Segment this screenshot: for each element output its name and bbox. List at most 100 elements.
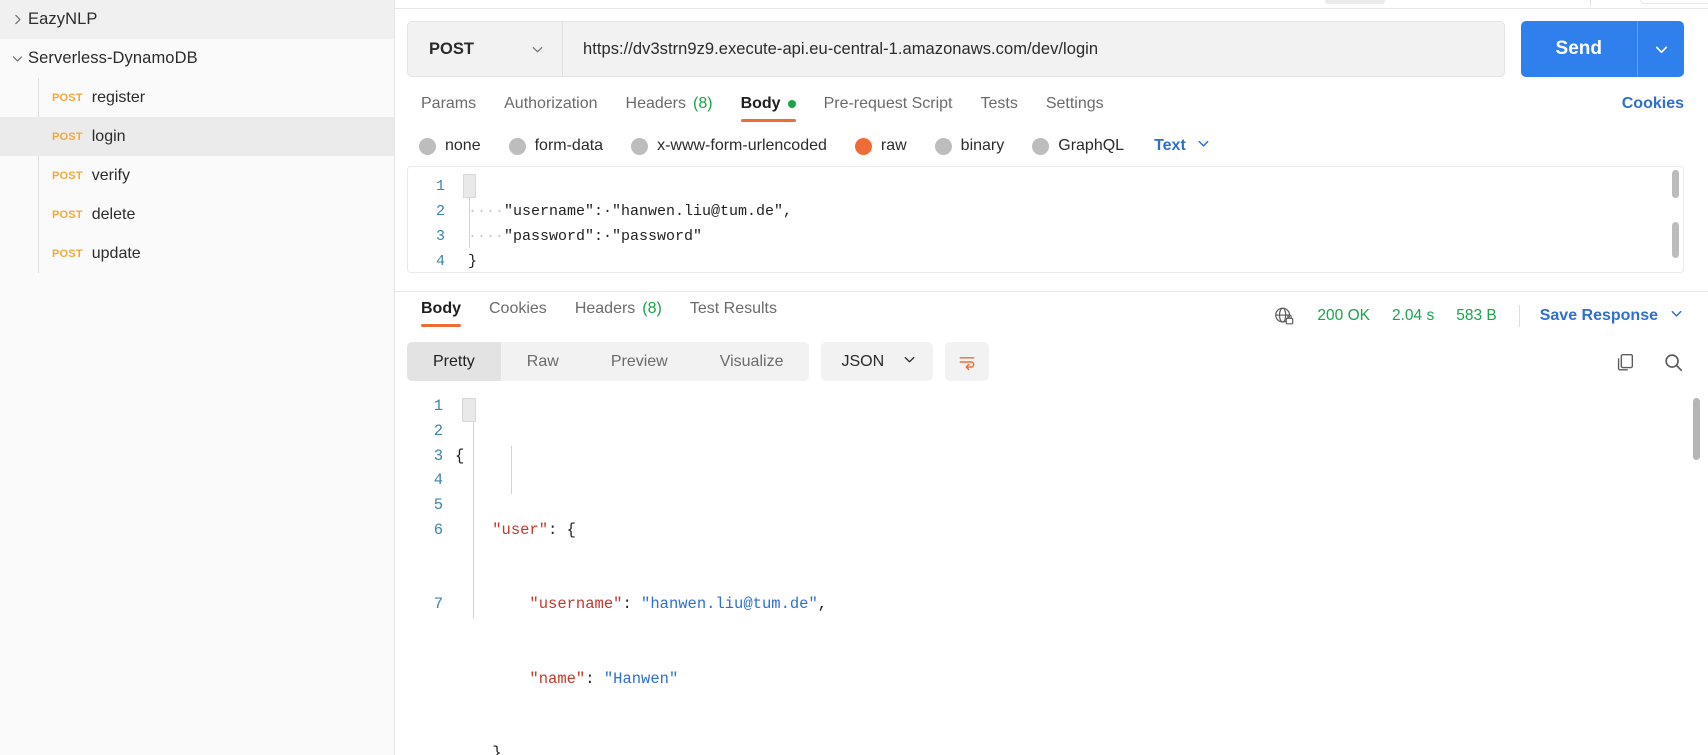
request-body-text: {····"username":·"hanwen.liu@tum.de",···…	[468, 178, 793, 270]
collection-item-serverless-dynamodb[interactable]: Serverless-DynamoDB	[0, 39, 394, 78]
globe-lock-icon[interactable]	[1273, 305, 1295, 327]
body-type-row: none form-data x-www-form-urlencoded raw…	[395, 127, 1708, 166]
collection-requests-list: POST register POST login POST verify POS…	[0, 78, 394, 273]
copy-icon[interactable]	[1614, 351, 1636, 373]
url-bar: POST https://dv3strn9z9.execute-api.eu-c…	[395, 9, 1708, 87]
save-response-button[interactable]: Save Response	[1540, 306, 1684, 326]
body-type-x-www-form-urlencoded[interactable]: x-www-form-urlencoded	[631, 137, 827, 155]
http-method-selector[interactable]: POST	[408, 22, 563, 76]
tab-badge: (8)	[642, 300, 662, 317]
request-fold-marker[interactable]	[463, 174, 476, 198]
chevron-down-icon[interactable]	[6, 52, 28, 65]
collection-name: Serverless-DynamoDB	[28, 49, 198, 67]
request-code-area[interactable]: 1234 {····"username":·"hanwen.liu@tum.de…	[408, 167, 1683, 272]
chevron-down-icon	[902, 352, 917, 372]
chevron-right-icon[interactable]	[6, 13, 28, 26]
tab-settings[interactable]: Settings	[1032, 87, 1118, 127]
raw-format-value: Text	[1154, 137, 1186, 154]
tab-strip-divider	[1590, 0, 1591, 6]
send-options-chevron-down-icon[interactable]	[1637, 21, 1684, 77]
response-body-editor[interactable]: 123456 7 { "user": { "username": "hanwen…	[395, 394, 1708, 755]
url-input[interactable]: https://dv3strn9z9.execute-api.eu-centra…	[563, 22, 1504, 76]
response-view-controls: Pretty Raw Preview Visualize JSON	[395, 332, 1708, 381]
tab-strip-edge	[395, 0, 1708, 9]
tab-label: Cookies	[489, 300, 547, 317]
radio-icon	[508, 137, 526, 155]
request-item-delete[interactable]: POST delete	[0, 195, 394, 234]
tab-strip-field	[1640, 0, 1708, 4]
response-line: "user": {	[492, 520, 576, 539]
body-type-label: binary	[960, 137, 1005, 154]
request-item-register[interactable]: POST register	[0, 78, 394, 117]
view-mode-preview[interactable]: Preview	[585, 342, 694, 381]
postman-app: EazyNLP Serverless-DynamoDB POST registe…	[0, 0, 1708, 755]
cookies-link[interactable]: Cookies	[1622, 87, 1684, 113]
scroll-thumb[interactable]	[1693, 398, 1700, 460]
tab-label: Params	[421, 95, 477, 112]
request-indent-guide	[469, 198, 470, 248]
body-type-label: raw	[880, 137, 907, 154]
response-tab-headers[interactable]: Headers (8)	[561, 292, 676, 332]
raw-format-selector[interactable]: Text	[1154, 136, 1211, 156]
wrap-lines-icon[interactable]	[945, 342, 990, 381]
response-code-area[interactable]: 123456 7 { "user": { "username": "hanwen…	[395, 394, 1708, 755]
view-mode-pretty[interactable]: Pretty	[407, 342, 501, 381]
request-response-pane: POST https://dv3strn9z9.execute-api.eu-c…	[395, 0, 1708, 755]
scroll-thumb-upper[interactable]	[1672, 170, 1679, 198]
view-mode-raw[interactable]: Raw	[501, 342, 585, 381]
request-item-update[interactable]: POST update	[0, 234, 394, 273]
send-button[interactable]: Send	[1520, 21, 1637, 77]
response-fold-marker[interactable]	[462, 398, 476, 422]
tab-label: Body	[421, 300, 461, 317]
body-type-binary[interactable]: binary	[934, 137, 1005, 155]
response-line: "username": "hanwen.liu@tum.de",	[529, 595, 828, 614]
tab-label: Pre-request Script	[823, 95, 953, 112]
radio-selected-icon	[854, 137, 872, 155]
response-view-mode-group: Pretty Raw Preview Visualize	[407, 342, 810, 381]
tab-strip-chip	[1325, 0, 1385, 4]
request-name: verify	[91, 166, 130, 184]
response-meta: 200 OK 2.04 s 583 B Save Response	[1273, 297, 1684, 327]
request-tabs: Params Authorization Headers (8) Body Pr…	[407, 87, 1622, 127]
response-line: "name": "Hanwen"	[529, 669, 679, 688]
collection-item-eazynlp[interactable]: EazyNLP	[0, 0, 394, 39]
view-mode-visualize[interactable]: Visualize	[694, 342, 810, 381]
search-icon[interactable]	[1662, 351, 1684, 373]
body-type-label: x-www-form-urlencoded	[657, 137, 827, 154]
request-item-verify[interactable]: POST verify	[0, 156, 394, 195]
response-tab-test-results[interactable]: Test Results	[676, 292, 791, 332]
tab-label: Headers	[625, 95, 686, 112]
response-editor-scrollbar[interactable]	[1693, 398, 1702, 628]
response-body-text: { "user": { "username": "hanwen.liu@tum.…	[455, 394, 1708, 755]
response-tabs: Body Cookies Headers (8) Test Results	[407, 292, 791, 332]
response-tab-cookies[interactable]: Cookies	[475, 292, 561, 332]
request-name: login	[91, 127, 126, 145]
request-item-login[interactable]: POST login	[0, 117, 394, 156]
response-line: },	[455, 744, 511, 755]
url-value: https://dv3strn9z9.execute-api.eu-centra…	[583, 39, 1099, 58]
response-line: {	[455, 446, 465, 465]
response-tab-body[interactable]: Body	[407, 292, 475, 332]
tab-label: Body	[740, 95, 781, 112]
scroll-thumb-lower[interactable]	[1672, 222, 1679, 258]
tab-headers[interactable]: Headers (8)	[612, 87, 727, 127]
http-method-label: POST	[52, 247, 83, 260]
request-name: update	[91, 244, 141, 262]
body-type-raw[interactable]: raw	[854, 137, 907, 155]
tab-body[interactable]: Body	[727, 87, 810, 127]
body-type-form-data[interactable]: form-data	[508, 137, 603, 155]
body-type-none[interactable]: none	[419, 137, 481, 155]
tab-pre-request-script[interactable]: Pre-request Script	[810, 87, 967, 127]
request-editor-scrollbar[interactable]	[1672, 170, 1681, 269]
chevron-down-icon	[1669, 306, 1684, 326]
request-tabs-row: Params Authorization Headers (8) Body Pr…	[395, 87, 1708, 127]
response-format-selector[interactable]: JSON	[821, 342, 934, 381]
tab-tests[interactable]: Tests	[967, 87, 1032, 127]
body-type-graphql[interactable]: GraphQL	[1032, 137, 1124, 155]
chevron-down-icon	[530, 42, 545, 57]
tab-params[interactable]: Params	[407, 87, 490, 127]
tab-authorization[interactable]: Authorization	[490, 87, 611, 127]
response-status: 200 OK	[1317, 307, 1370, 324]
request-body-editor[interactable]: 1234 {····"username":·"hanwen.liu@tum.de…	[407, 166, 1684, 273]
http-method-value: POST	[429, 39, 474, 58]
